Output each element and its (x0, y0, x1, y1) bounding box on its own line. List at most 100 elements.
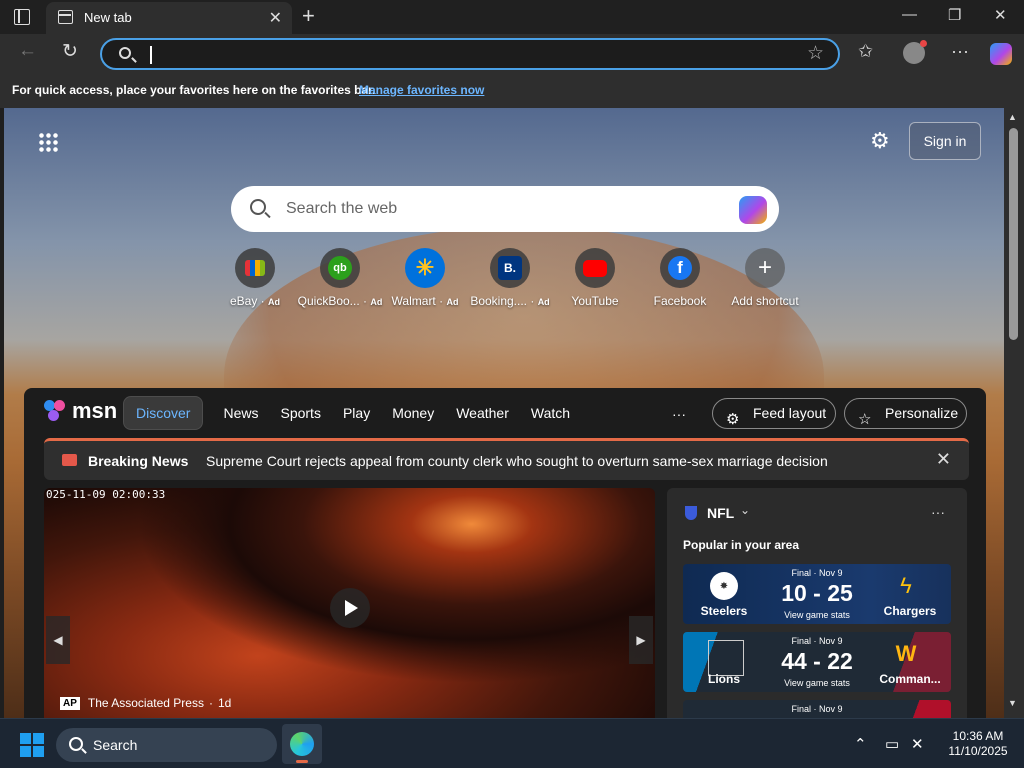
copilot-icon[interactable] (739, 196, 767, 224)
network-icon[interactable]: ▭ (885, 735, 899, 753)
video-card[interactable]: 025-11-09 02:00:33 ◀ ▶ AP The Associated… (44, 488, 655, 718)
add-favorite-star-icon[interactable]: ☆ (807, 42, 824, 65)
walmart-icon: ✳ (405, 248, 445, 288)
scroll-up-icon[interactable]: ▲ (1008, 112, 1017, 122)
shortcut-quickbooks[interactable]: qb QuickBoo... · Ad (295, 248, 385, 308)
popular-label: Popular in your area (683, 538, 800, 552)
play-button[interactable] (330, 588, 370, 628)
scroll-down-icon[interactable]: ▼ (1008, 698, 1017, 708)
breaking-news-label: Breaking News (88, 453, 189, 469)
personalize-button[interactable]: ☆ Personalize (844, 398, 967, 429)
search-icon (119, 47, 131, 59)
manage-favorites-link[interactable]: Manage favorites now (359, 83, 484, 97)
title-bar: New tab ✕ + — ❐ ✕ (0, 0, 1024, 34)
tab-play[interactable]: Play (343, 405, 370, 421)
text-caret (150, 46, 152, 64)
view-game-stats-link[interactable]: View game stats (771, 610, 863, 620)
system-clock[interactable]: 10:36 AM 11/10/2025 (940, 729, 1016, 759)
facebook-icon: f (660, 248, 700, 288)
copilot-icon[interactable] (990, 43, 1012, 65)
tab-money[interactable]: Money (392, 405, 434, 421)
youtube-icon (575, 248, 615, 288)
close-icon[interactable]: ✕ (936, 449, 951, 470)
edge-icon (290, 732, 314, 756)
carousel-next-button[interactable]: ▶ (629, 616, 653, 664)
active-indicator (296, 760, 308, 763)
tab-new-tab[interactable]: New tab ✕ (46, 2, 292, 34)
web-search-input[interactable] (286, 198, 706, 220)
more-options-icon[interactable]: ··· (931, 504, 945, 520)
profile-avatar[interactable] (903, 40, 927, 64)
windows-start-icon[interactable] (20, 733, 44, 757)
newspaper-icon (62, 454, 77, 466)
breaking-news-banner[interactable]: Breaking News Supreme Court rejects appe… (44, 438, 969, 480)
edge-taskbar-button[interactable] (282, 724, 322, 764)
restore-button[interactable]: ❐ (948, 6, 961, 24)
nfl-league-selector[interactable]: NFL (707, 505, 734, 521)
quick-links: eBay · Ad qb QuickBoo... · Ad ✳ Walmart … (210, 248, 810, 318)
tab-weather[interactable]: Weather (456, 405, 509, 421)
chevron-up-icon[interactable]: ⌃ (854, 735, 867, 753)
game-card[interactable]: Lions Final · Nov 9 44 - 22 View game st… (683, 632, 951, 692)
ebay-icon (235, 248, 275, 288)
refresh-button[interactable]: ↻ (62, 40, 78, 63)
breaking-news-headline[interactable]: Supreme Court rejects appeal from county… (206, 453, 828, 469)
sliders-icon: ⚙ (726, 411, 740, 428)
shortcut-booking[interactable]: B. Booking.... · Ad (465, 248, 555, 308)
tab-news[interactable]: News (223, 405, 258, 421)
sign-in-button[interactable]: Sign in (909, 122, 981, 160)
shortcut-walmart[interactable]: ✳ Walmart · Ad (380, 248, 470, 308)
close-window-button[interactable]: ✕ (994, 6, 1007, 24)
page-scrollbar[interactable]: ▲ ▼ (1004, 108, 1024, 718)
tab-sports[interactable]: Sports (280, 405, 320, 421)
address-input[interactable] (154, 44, 794, 66)
msn-logo[interactable]: msn (44, 398, 117, 424)
scroll-thumb[interactable] (1009, 128, 1018, 340)
carousel-prev-button[interactable]: ◀ (46, 616, 70, 664)
shortcut-youtube[interactable]: YouTube (550, 248, 640, 308)
commanders-logo: W (895, 641, 917, 666)
back-button[interactable]: ← (18, 40, 37, 62)
close-tab-icon[interactable]: ✕ (269, 8, 282, 28)
booking-icon: B. (490, 248, 530, 288)
shortcut-ebay[interactable]: eBay · Ad (210, 248, 300, 308)
favorites-bar: For quick access, place your favorites h… (0, 74, 1024, 108)
feed-layout-button[interactable]: ⚙ Feed layout (712, 398, 836, 429)
favorites-bar-hint: For quick access, place your favorites h… (12, 83, 376, 97)
quickbooks-icon: qb (320, 248, 360, 288)
search-icon (69, 737, 83, 751)
view-game-stats-link[interactable]: View game stats (771, 678, 863, 688)
video-source: AP The Associated Press · 1d (60, 696, 231, 710)
shortcut-facebook[interactable]: f Facebook (635, 248, 725, 308)
web-search-box[interactable] (231, 186, 779, 232)
favorites-icon[interactable]: ✩ (858, 41, 873, 62)
sparkle-star-icon: ☆ (858, 411, 872, 428)
tab-watch[interactable]: Watch (531, 405, 570, 421)
volume-muted-icon[interactable]: ✕ (911, 735, 924, 753)
more-options-icon[interactable]: ··· (951, 41, 969, 62)
msn-nav: Discover News Sports Play Money Weather … (123, 396, 592, 430)
settings-gear-icon[interactable]: ⚙ (870, 128, 890, 154)
taskbar-search[interactable]: Search (56, 728, 277, 762)
msn-butterfly-icon (44, 400, 68, 422)
game-card[interactable]: ✸ Steelers Final · Nov 9 10 - 25 View ga… (683, 564, 951, 624)
tab-discover[interactable]: Discover (123, 396, 204, 430)
address-bar[interactable]: ☆ (100, 38, 840, 70)
ap-logo: AP (60, 696, 80, 710)
browser-toolbar: ← ↻ ☆ ✩ ··· (0, 34, 1024, 74)
tab-title: New tab (84, 10, 132, 25)
chargers-logo: ϟ (900, 573, 912, 598)
shortcut-add[interactable]: + Add shortcut (720, 248, 810, 308)
lions-logo (708, 640, 744, 676)
nav-more-button[interactable]: ··· (672, 406, 686, 422)
apps-grid-icon[interactable] (38, 132, 58, 152)
msn-feed: msn Discover News Sports Play Money Weat… (24, 388, 986, 718)
game-card[interactable]: Final · Nov 9 (683, 700, 951, 718)
minimize-button[interactable]: — (902, 6, 917, 23)
video-timestamp: 025-11-09 02:00:33 (46, 488, 166, 501)
new-tab-button[interactable]: + (302, 3, 315, 29)
chevron-down-icon[interactable]: ⌄ (740, 503, 750, 517)
add-icon: + (745, 248, 785, 288)
new-tab-page: ⚙ Sign in eBay · Ad qb QuickBoo... · Ad … (4, 108, 1004, 718)
tab-actions-icon[interactable] (14, 9, 30, 25)
